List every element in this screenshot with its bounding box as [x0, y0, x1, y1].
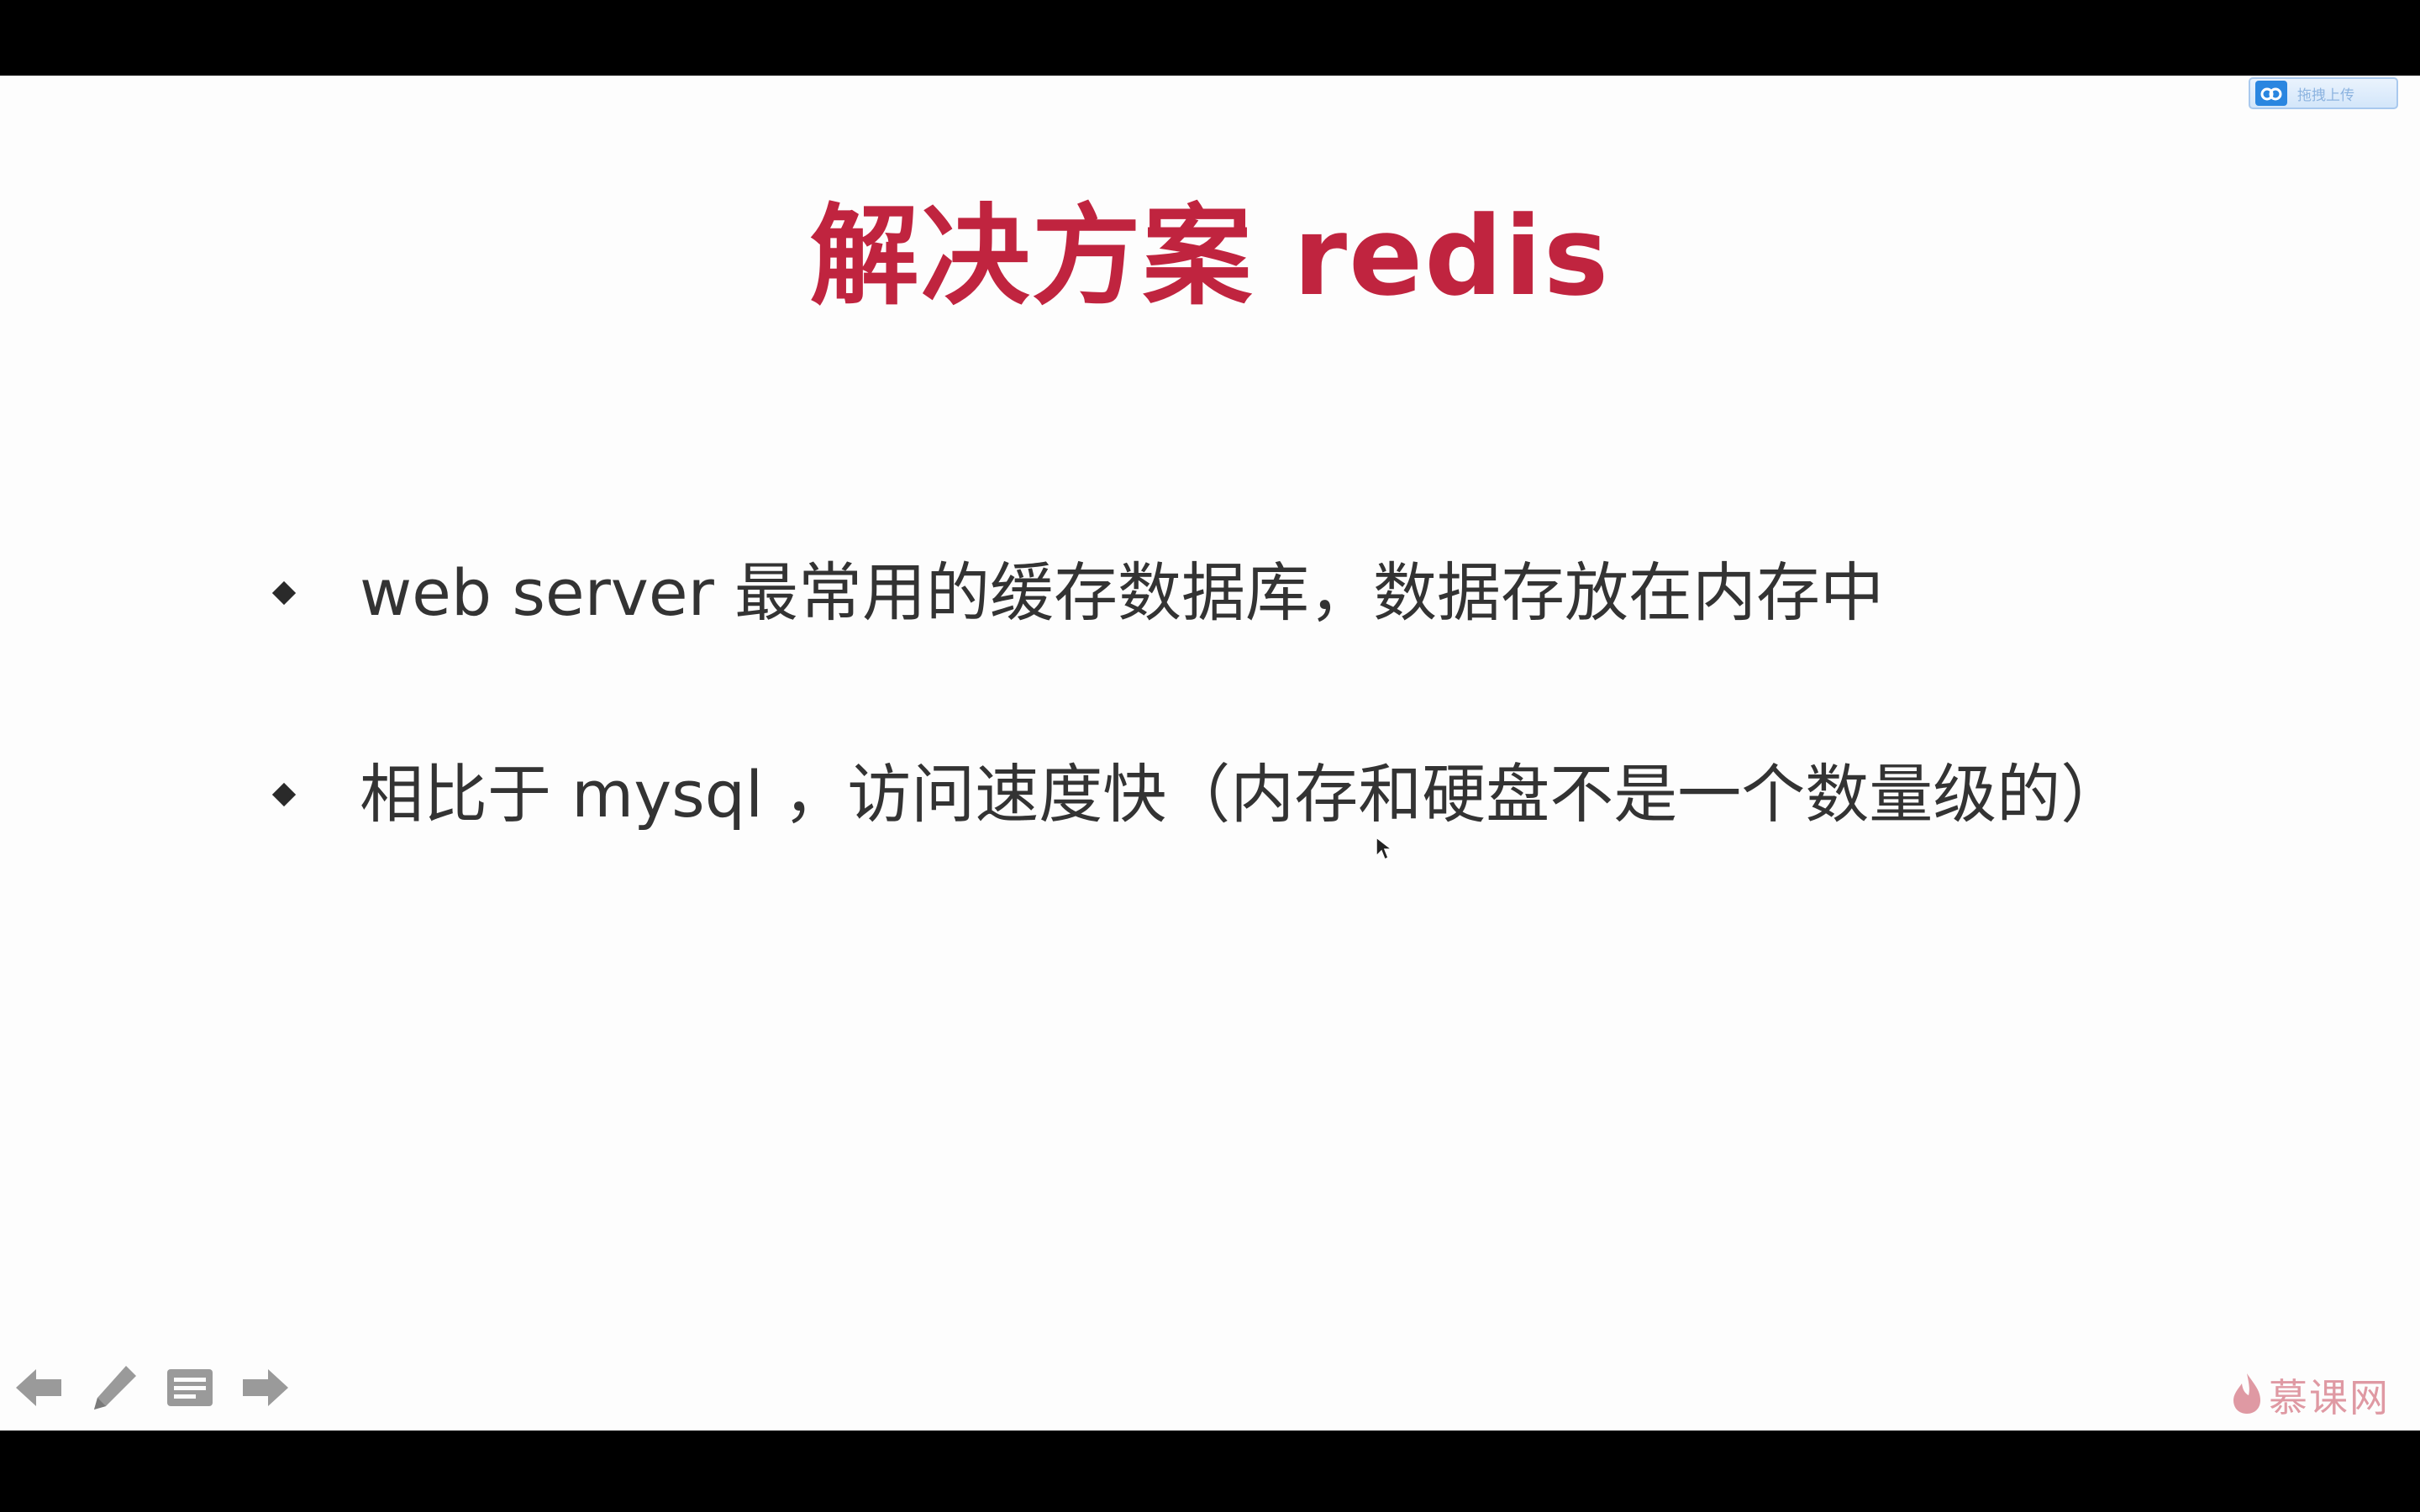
bullet-diamond-icon — [271, 782, 297, 806]
upload-badge-label: 拖拽上传 — [2297, 87, 2354, 104]
watermark-text: 慕课网 — [2269, 1375, 2390, 1420]
upload-badge[interactable]: 拖拽上传 — [2249, 77, 2398, 109]
pencil-icon[interactable] — [87, 1361, 141, 1415]
bullet-text: web server 最常用的缓存数据库，数据存放在内存中 — [360, 555, 1885, 630]
bullet-text: 相比于 mysql ，访问速度快（内存和硬盘不是一个数量级的） — [360, 757, 2125, 832]
slide-title: 解决方案 redis — [809, 192, 1611, 320]
presentation-slide: 拖拽上传 解决方案 redis web server 最常用的缓存数据库，数据存… — [0, 76, 2420, 1431]
notes-icon[interactable] — [163, 1361, 217, 1415]
bullet-item: web server 最常用的缓存数据库，数据存放在内存中 — [271, 554, 1885, 631]
arrow-left-icon[interactable] — [12, 1361, 66, 1415]
mouse-cursor-icon — [1375, 836, 1394, 864]
arrow-right-icon[interactable] — [239, 1361, 292, 1415]
bullet-item: 相比于 mysql ，访问速度快（内存和硬盘不是一个数量级的） — [271, 756, 2125, 832]
video-frame: 拖拽上传 解决方案 redis web server 最常用的缓存数据库，数据存… — [0, 0, 2420, 1512]
slide-toolbar — [12, 1361, 314, 1415]
flame-icon — [2232, 1372, 2262, 1419]
bullet-diamond-icon — [271, 580, 297, 605]
brand-watermark: 慕课网 — [2232, 1368, 2390, 1423]
cloud-icon — [2255, 81, 2287, 106]
